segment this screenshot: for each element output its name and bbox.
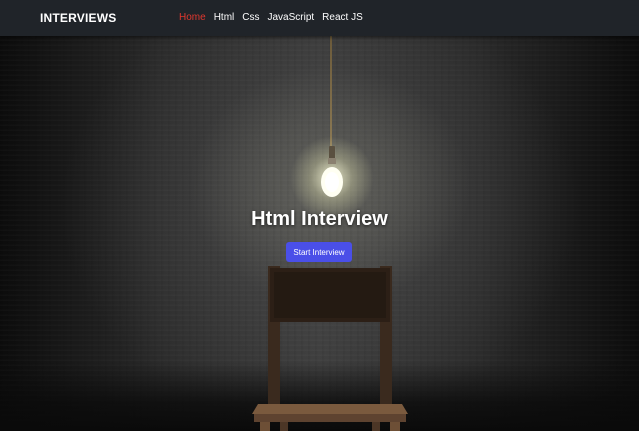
page: INTERVIEWS Home Html Css JavaScript Reac… — [0, 0, 639, 431]
hero-section: Html Interview Start Interview — [0, 36, 639, 431]
start-interview-button[interactable]: Start Interview — [286, 242, 352, 262]
nav-link-home[interactable]: Home — [179, 12, 206, 23]
light-bulb-icon — [321, 146, 343, 197]
nav-link-css[interactable]: Css — [242, 12, 259, 23]
nav-link-javascript[interactable]: JavaScript — [267, 12, 314, 23]
chair-illustration — [252, 266, 408, 431]
nav-link-react-js[interactable]: React JS — [322, 12, 363, 23]
brand-logo[interactable]: INTERVIEWS — [40, 11, 116, 25]
nav-link-html[interactable]: Html — [214, 12, 235, 23]
page-title: Html Interview — [251, 208, 388, 230]
top-navbar: INTERVIEWS Home Html Css JavaScript Reac… — [0, 0, 639, 36]
lamp-cord — [330, 36, 332, 148]
nav-links: Home Html Css JavaScript React JS — [179, 12, 363, 23]
